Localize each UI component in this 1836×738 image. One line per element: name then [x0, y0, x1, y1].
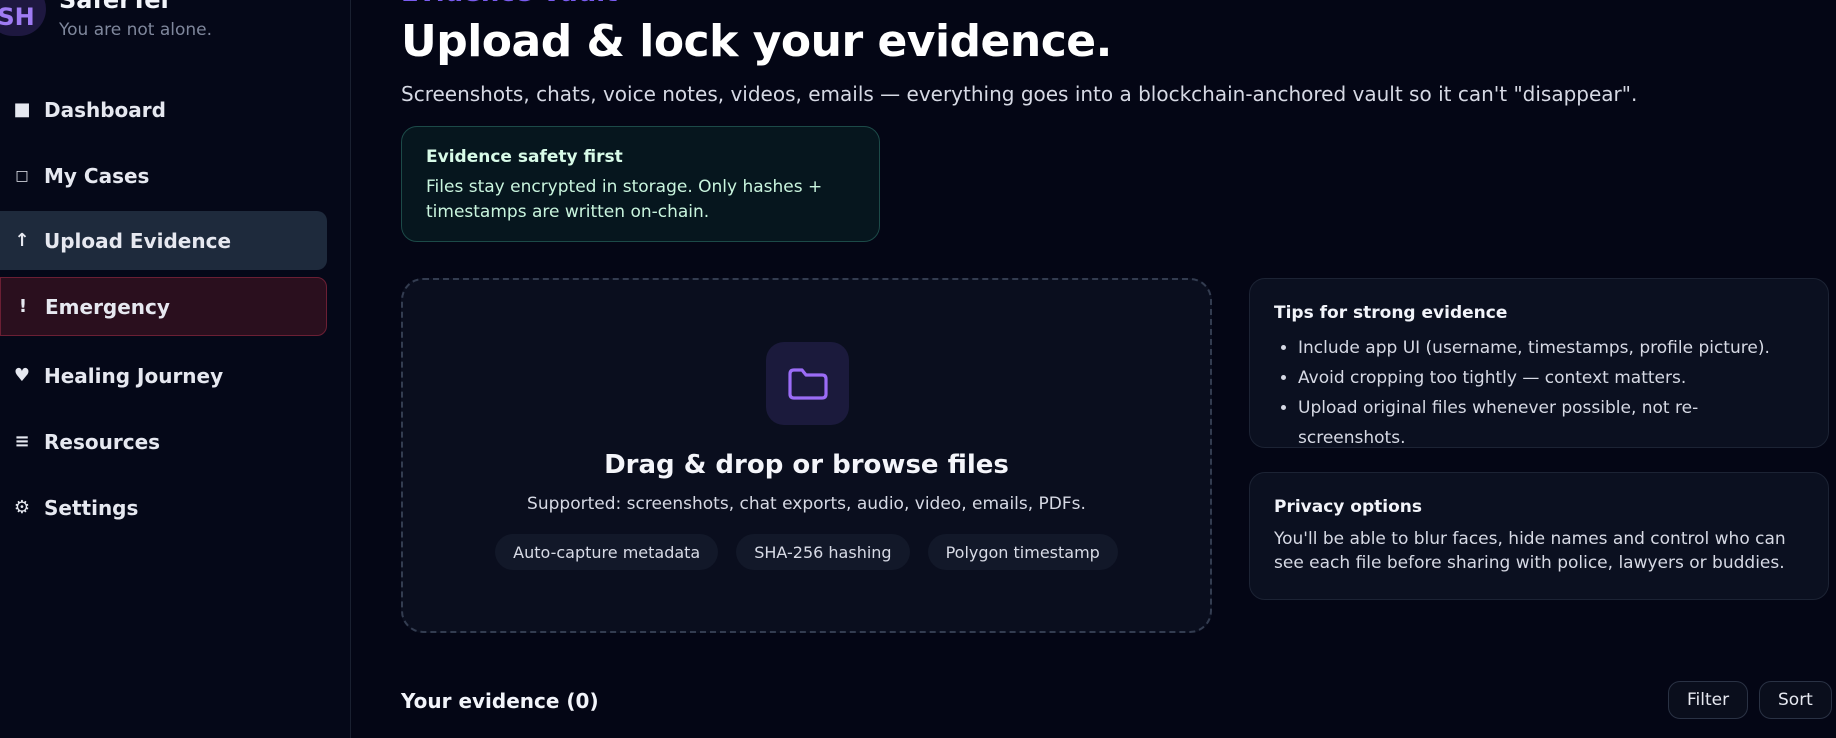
page-subtitle: Screenshots, chats, voice notes, videos,… — [401, 82, 1638, 106]
sidebar-item-label: My Cases — [44, 163, 150, 188]
sidebar-item-emergency[interactable]: ! Emergency — [0, 277, 327, 336]
chip-sha256-hashing: SHA-256 hashing — [736, 534, 910, 570]
box-icon: □ — [15, 167, 29, 184]
sidebar-item-label: Resources — [44, 429, 161, 454]
sidebar-item-upload-evidence[interactable]: ↑ Upload Evidence — [0, 211, 327, 270]
safety-card-title: Evidence safety first — [426, 147, 623, 167]
sidebar-item-label: Emergency — [45, 294, 170, 319]
privacy-card-body: You'll be able to blur faces, hide names… — [1274, 529, 1786, 573]
chip-polygon-timestamp: Polygon timestamp — [927, 534, 1118, 570]
gear-icon: ⚙ — [13, 497, 31, 518]
main-content: Evidence Vault Upload & lock your eviden… — [401, 0, 1832, 738]
sidebar-item-settings[interactable]: ⚙ Settings — [0, 478, 327, 537]
sidebar-item-healing-journey[interactable]: ♥ Healing Journey — [0, 346, 327, 405]
list-item: Avoid cropping too tightly — context mat… — [1298, 363, 1804, 393]
chip-auto-capture-metadata: Auto-capture metadata — [495, 534, 719, 570]
privacy-options-card: Privacy options You'll be able to blur f… — [1249, 472, 1829, 600]
safety-card-body: Files stay encrypted in storage. Only ha… — [426, 177, 823, 222]
brand-tagline: You are not alone. — [59, 20, 213, 40]
sidebar: SH SaferTel You are not alone. ■ Dashboa… — [0, 0, 351, 738]
sort-button[interactable]: Sort — [1759, 681, 1832, 719]
brand: SH SaferTel You are not alone. — [0, 0, 340, 42]
page-eyebrow: Evidence Vault — [401, 0, 618, 8]
square-icon: ■ — [13, 99, 31, 120]
folder-icon — [766, 342, 849, 425]
dropzone-supported-types: Supported: screenshots, chat exports, au… — [527, 494, 1086, 514]
evidence-safety-card: Evidence safety first Files stay encrypt… — [401, 126, 880, 242]
list-icon: ≡ — [14, 431, 30, 452]
dropzone-title: Drag & drop or browse files — [604, 450, 1009, 480]
exclamation-icon: ! — [18, 296, 28, 317]
sidebar-item-dashboard[interactable]: ■ Dashboard — [0, 80, 327, 139]
upload-arrow-icon: ↑ — [14, 230, 30, 251]
list-item: Include app UI (username, timestamps, pr… — [1298, 333, 1804, 363]
sidebar-item-resources[interactable]: ≡ Resources — [0, 412, 327, 471]
evidence-section-heading: Your evidence (0) — [401, 689, 599, 713]
sidebar-item-my-cases[interactable]: □ My Cases — [0, 146, 327, 205]
tips-list: Include app UI (username, timestamps, pr… — [1274, 333, 1804, 453]
brand-name: SaferTel — [59, 0, 169, 14]
heart-icon: ♥ — [13, 365, 31, 386]
app-window: SH SaferTel You are not alone. ■ Dashboa… — [0, 0, 1836, 738]
filter-button[interactable]: Filter — [1668, 681, 1749, 719]
list-item: Upload original files whenever possible,… — [1298, 393, 1804, 453]
sidebar-item-label: Dashboard — [44, 97, 166, 122]
sidebar-item-label: Upload Evidence — [44, 228, 232, 253]
file-dropzone[interactable]: Drag & drop or browse files Supported: s… — [401, 278, 1212, 633]
feature-chips: Auto-capture metadata SHA-256 hashing Po… — [403, 534, 1210, 570]
sidebar-item-label: Healing Journey — [44, 363, 224, 388]
sidebar-item-label: Settings — [44, 495, 139, 520]
page-title: Upload & lock your evidence. — [401, 16, 1112, 67]
avatar: SH — [0, 0, 46, 36]
tips-card-title: Tips for strong evidence — [1274, 303, 1508, 323]
privacy-card-title: Privacy options — [1274, 497, 1423, 517]
tips-card: Tips for strong evidence Include app UI … — [1249, 278, 1829, 448]
